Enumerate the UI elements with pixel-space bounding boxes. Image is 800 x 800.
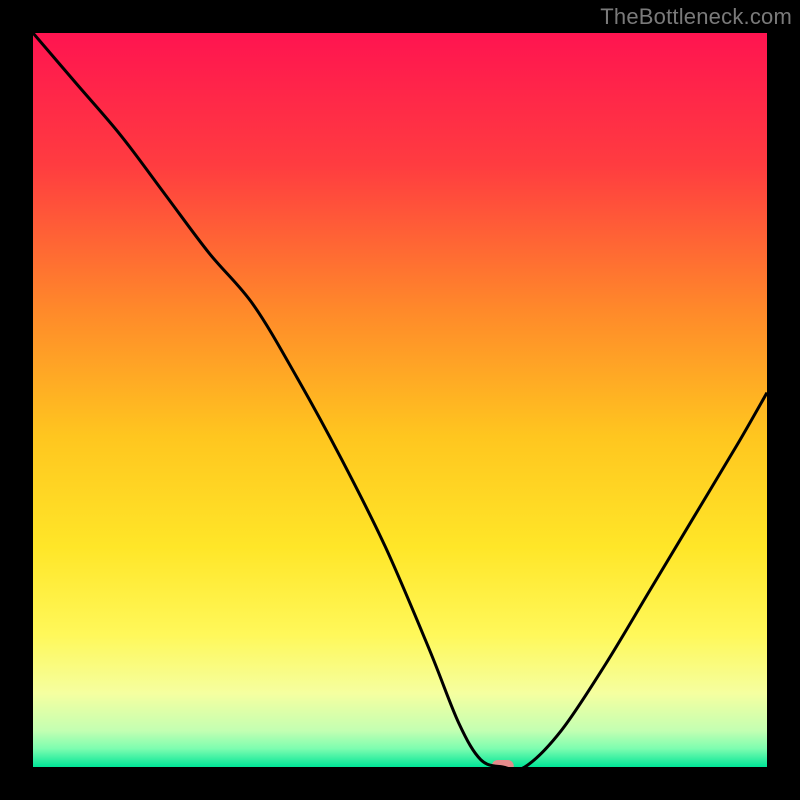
chart-frame: TheBottleneck.com — [0, 0, 800, 800]
bottleneck-chart — [33, 33, 767, 767]
watermark-text: TheBottleneck.com — [600, 4, 792, 30]
plot-area — [33, 33, 767, 767]
gradient-background — [33, 33, 767, 767]
